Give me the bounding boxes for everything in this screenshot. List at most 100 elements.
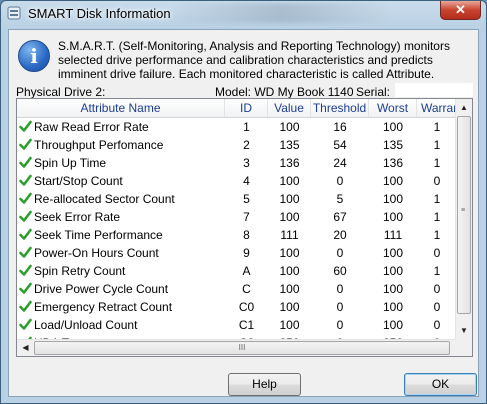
check-icon — [19, 120, 32, 132]
table-row[interactable]: Spin Up Time 3 136 24 136 1 — [17, 154, 457, 172]
attribute-threshold: 24 — [333, 156, 347, 170]
attribute-id: C — [242, 282, 251, 296]
attribute-name: Start/Stop Count — [34, 174, 123, 188]
window-title: SMART Disk Information — [28, 6, 171, 21]
attribute-warranty: 0 — [433, 300, 441, 314]
attribute-name-cell: Drive Power Cycle Count — [17, 280, 225, 298]
horizontal-scrollbar[interactable]: ◀ III ▶ — [17, 339, 472, 356]
attribute-id: 2 — [243, 138, 250, 152]
attribute-value: 100 — [279, 300, 300, 314]
attribute-name: Power-On Hours Count — [34, 246, 159, 260]
attribute-value: 100 — [279, 174, 300, 188]
attribute-name: Emergency Retract Count — [34, 300, 173, 314]
attribute-worst: 100 — [382, 120, 404, 134]
column-header-threshold[interactable]: Threshold — [311, 99, 369, 117]
scroll-left-arrow-icon[interactable]: ◀ — [17, 340, 34, 356]
attribute-name: Load/Unload Count — [34, 318, 138, 332]
attribute-value: 100 — [279, 282, 300, 296]
attribute-warranty: 1 — [433, 156, 441, 170]
attribute-name-cell: Emergency Retract Count — [17, 298, 225, 316]
description-text: S.M.A.R.T. (Self-Monitoring, Analysis an… — [58, 39, 450, 81]
attribute-worst: 136 — [382, 156, 404, 170]
check-icon — [19, 210, 32, 222]
scroll-up-arrow-icon[interactable]: ▲ — [456, 99, 472, 116]
attribute-threshold: 67 — [333, 210, 347, 224]
attribute-warranty: 0 — [433, 282, 441, 296]
attribute-worst: 100 — [382, 282, 404, 296]
table-row[interactable]: Start/Stop Count 4 100 0 100 0 — [17, 172, 457, 190]
table-row[interactable]: Seek Error Rate 7 100 67 100 1 — [17, 208, 457, 226]
attribute-worst: 100 — [382, 210, 404, 224]
attribute-id: 8 — [243, 228, 250, 242]
check-icon — [19, 282, 32, 294]
horizontal-scroll-thumb[interactable]: III — [34, 341, 450, 355]
attribute-id: 4 — [243, 174, 250, 188]
attribute-worst: 100 — [382, 192, 404, 206]
table-row[interactable]: Emergency Retract Count C0 100 0 100 0 — [17, 298, 457, 316]
attribute-threshold: 5 — [336, 192, 344, 206]
attribute-threshold: 54 — [333, 138, 347, 152]
close-button[interactable]: ✕ — [440, 1, 481, 20]
table-row[interactable]: Throughput Perfomance 2 135 54 135 1 — [17, 136, 457, 154]
ok-button[interactable]: OK — [404, 373, 477, 396]
attribute-value: 100 — [279, 210, 300, 224]
table-row[interactable]: Drive Power Cycle Count C 100 0 100 0 — [17, 280, 457, 298]
serial-label: Serial: — [356, 85, 391, 99]
attribute-threshold: 20 — [333, 228, 347, 242]
attribute-worst: 100 — [382, 246, 404, 260]
table-row[interactable]: Re-allocated Sector Count 5 100 5 100 1 — [17, 190, 457, 208]
scroll-down-arrow-icon[interactable]: ▼ — [456, 322, 472, 339]
attribute-name: Spin Retry Count — [34, 264, 126, 278]
serial-value-redacted — [395, 83, 473, 97]
table-row[interactable]: Spin Retry Count A 100 60 100 1 — [17, 262, 457, 280]
table-row[interactable]: Load/Unload Count C1 100 0 100 0 — [17, 316, 457, 334]
attribute-worst: 100 — [382, 174, 404, 188]
attribute-threshold: 0 — [336, 246, 344, 260]
column-header-worst[interactable]: Worst — [369, 99, 417, 117]
attribute-id: 3 — [243, 156, 250, 170]
vertical-scrollbar[interactable]: ▲ ≡ ▼ — [455, 99, 472, 339]
check-icon — [19, 264, 32, 276]
info-icon: i — [18, 40, 50, 72]
attribute-id: A — [242, 264, 251, 278]
column-header-warranty[interactable]: Warrany — [417, 99, 457, 117]
column-header-id[interactable]: ID — [225, 99, 268, 117]
attribute-threshold: 0 — [336, 300, 344, 314]
attribute-threshold: 16 — [333, 120, 347, 134]
scrollbar-corner — [455, 339, 472, 356]
column-header-value[interactable]: Value — [268, 99, 311, 117]
table-row[interactable]: Raw Read Error Rate 1 100 16 100 1 — [17, 118, 457, 136]
attribute-threshold: 60 — [333, 264, 347, 278]
check-icon — [19, 300, 32, 312]
title-bar[interactable]: SMART Disk Information ✕ — [1, 1, 486, 27]
attribute-name-cell: Re-allocated Sector Count — [17, 190, 225, 208]
vertical-scroll-thumb[interactable]: ≡ — [457, 116, 471, 314]
check-icon — [19, 318, 32, 330]
attribute-name-cell: Spin Up Time — [17, 154, 225, 172]
attribute-warranty: 1 — [433, 228, 441, 242]
attribute-id: C1 — [238, 318, 255, 332]
attribute-name: Raw Read Error Rate — [34, 120, 149, 134]
check-icon — [19, 174, 32, 186]
attribute-name: Seek Time Performance — [34, 228, 163, 242]
attribute-name-cell: Start/Stop Count — [17, 172, 225, 190]
column-header-attribute-name[interactable]: Attribute Name — [17, 99, 225, 117]
table-row[interactable]: Seek Time Performance 8 111 20 111 1 — [17, 226, 457, 244]
attributes-list[interactable]: Attribute Name ID Value Threshold Worst … — [16, 98, 473, 357]
check-icon — [19, 246, 32, 258]
attribute-name-cell: Load/Unload Count — [17, 316, 225, 334]
attribute-warranty: 1 — [433, 210, 441, 224]
help-button[interactable]: Help — [228, 373, 301, 396]
attribute-name-cell: Seek Time Performance — [17, 226, 225, 244]
model-label: Model: WD My Book 1140 — [215, 85, 354, 99]
attribute-id: 5 — [243, 192, 250, 206]
attribute-value: 100 — [279, 192, 300, 206]
attribute-id: 1 — [243, 120, 250, 134]
dialog-client-area: i S.M.A.R.T. (Self-Monitoring, Analysis … — [8, 29, 479, 397]
attribute-name-cell: Raw Read Error Rate — [17, 118, 225, 136]
attribute-warranty: 0 — [433, 174, 441, 188]
attribute-threshold: 0 — [336, 282, 344, 296]
attribute-warranty: 1 — [433, 120, 441, 134]
table-row[interactable]: Power-On Hours Count 9 100 0 100 0 — [17, 244, 457, 262]
attribute-name-cell: Spin Retry Count — [17, 262, 225, 280]
